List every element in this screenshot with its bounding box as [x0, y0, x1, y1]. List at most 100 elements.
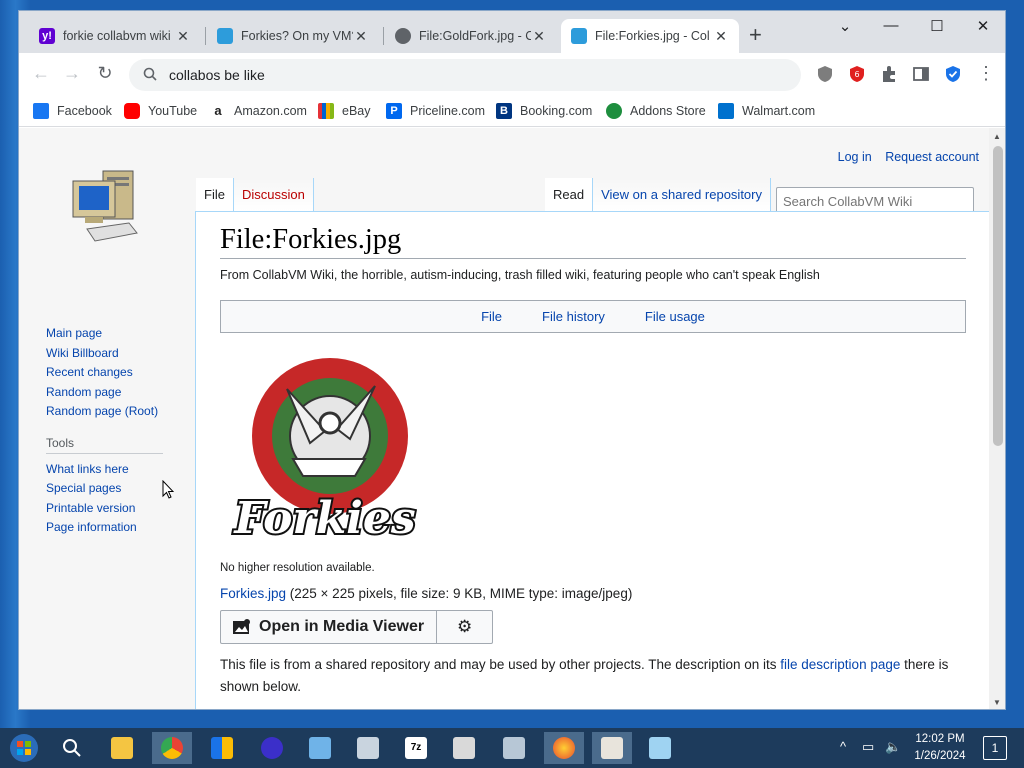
- notepad-taskbar[interactable]: [640, 732, 680, 764]
- tab-search-button[interactable]: ⌄: [822, 17, 868, 35]
- sidebar-item-main-page[interactable]: Main page: [46, 324, 196, 344]
- tool-taskbar[interactable]: [348, 732, 388, 764]
- tab-separator: [205, 27, 206, 45]
- files-taskbar[interactable]: [444, 732, 484, 764]
- toc-file-link[interactable]: File: [481, 309, 502, 324]
- chrome-taskbar[interactable]: [152, 732, 192, 764]
- toc-file-history-link[interactable]: File history: [542, 309, 605, 324]
- bookmark-walmart[interactable]: Walmart.com: [718, 103, 815, 119]
- request-account-link[interactable]: Request account: [885, 150, 979, 164]
- bookmark-ebay[interactable]: eBay: [318, 103, 371, 119]
- search-taskbar-button[interactable]: [52, 732, 92, 764]
- close-tab-icon[interactable]: ✕: [713, 28, 729, 45]
- tab-file[interactable]: File: [196, 178, 234, 211]
- menu-kebab-icon[interactable]: ⋮: [974, 63, 998, 84]
- ublock-extension-icon[interactable]: 6: [848, 65, 866, 83]
- sidebar-item-what-links-here[interactable]: What links here: [46, 460, 196, 480]
- bookmark-priceline[interactable]: P Priceline.com: [386, 103, 485, 119]
- forkies-image[interactable]: Forkies: [225, 351, 425, 551]
- address-bar[interactable]: collabos be like: [129, 59, 801, 91]
- file-info: Forkies.jpg (225 × 225 pixels, file size…: [220, 586, 965, 601]
- browser-window: y! forkie collabvm wiki ✕ Forkies? On my…: [18, 10, 1006, 710]
- login-link[interactable]: Log in: [838, 150, 872, 164]
- 7zip-icon: 7z: [405, 737, 427, 759]
- close-tab-icon[interactable]: ✕: [531, 28, 547, 45]
- sidebar-item-page-information[interactable]: Page information: [46, 518, 196, 538]
- address-text: collabos be like: [169, 67, 265, 83]
- sidebar-item-recent-changes[interactable]: Recent changes: [46, 363, 196, 383]
- firefox-taskbar[interactable]: [544, 732, 584, 764]
- bookmark-label: Walmart.com: [742, 104, 816, 118]
- image-viewer-taskbar[interactable]: [592, 732, 632, 764]
- notification-center-icon[interactable]: 1: [983, 736, 1007, 760]
- puzzle-extensions-icon[interactable]: [880, 65, 898, 83]
- bookmark-amazon[interactable]: a Amazon.com: [210, 103, 307, 119]
- reload-button[interactable]: ↻: [93, 63, 117, 84]
- scroll-down-icon[interactable]: ▼: [993, 698, 1001, 707]
- volume-muted-icon[interactable]: 🔈: [885, 739, 901, 755]
- sidebar-item-random-page[interactable]: Random page: [46, 383, 196, 403]
- bookmark-booking[interactable]: B Booking.com: [496, 103, 592, 119]
- notepad-icon: [649, 737, 671, 759]
- bookmark-label: Facebook: [57, 104, 112, 118]
- sidebar-item-printable-version[interactable]: Printable version: [46, 499, 196, 519]
- minimize-button[interactable]: —: [868, 17, 914, 34]
- priceline-icon: P: [386, 103, 402, 119]
- tab-forkies-on-my-vm[interactable]: Forkies? On my VM? ✕: [207, 19, 379, 53]
- tab-file-goldfork[interactable]: File:GoldFork.jpg - C ✕: [385, 19, 557, 53]
- view-tabs: Read View on a shared repository: [545, 178, 771, 211]
- tab-file-forkies[interactable]: File:Forkies.jpg - Col ✕: [561, 19, 739, 53]
- wiki-page: Log in Request account Main page Wiki Bi…: [19, 128, 989, 709]
- control-panel-taskbar[interactable]: [300, 732, 340, 764]
- file-explorer-taskbar[interactable]: [102, 732, 142, 764]
- tab-title: forkie collabvm wiki: [63, 29, 171, 43]
- bookmark-addons-store[interactable]: Addons Store: [606, 103, 706, 119]
- maximize-button[interactable]: ☐: [914, 17, 960, 35]
- network-icon[interactable]: ▭: [862, 739, 874, 755]
- collabvm-logo-icon[interactable]: [67, 163, 147, 253]
- bookmark-youtube[interactable]: YouTube: [124, 103, 197, 119]
- mouse-cursor-icon: [162, 480, 174, 499]
- media-viewer-label: Open in Media Viewer: [259, 618, 425, 635]
- edge-taskbar[interactable]: [252, 732, 292, 764]
- file-description-link[interactable]: file description page: [780, 657, 900, 672]
- browser-e-icon: [261, 737, 283, 759]
- start-button[interactable]: [4, 732, 44, 764]
- scroll-thumb[interactable]: [993, 146, 1003, 446]
- tab-read[interactable]: Read: [545, 178, 594, 211]
- page-scrollbar[interactable]: ▲ ▼: [989, 128, 1005, 709]
- open-media-viewer-button[interactable]: Open in Media Viewer: [220, 610, 438, 644]
- bookmark-label: YouTube: [148, 104, 198, 118]
- forward-button[interactable]: →: [60, 63, 84, 84]
- shield-extension-icon[interactable]: [816, 65, 834, 83]
- back-button[interactable]: ←: [29, 63, 53, 84]
- scroll-up-icon[interactable]: ▲: [993, 132, 1001, 141]
- sidebar-item-random-page-root[interactable]: Random page (Root): [46, 402, 196, 422]
- defender-taskbar[interactable]: [202, 732, 242, 764]
- media-viewer-group: Open in Media Viewer ⚙: [220, 610, 965, 644]
- addons-store-icon: [606, 103, 622, 119]
- tab-view-shared-repository[interactable]: View on a shared repository: [593, 178, 771, 211]
- close-window-button[interactable]: ✕: [960, 17, 1005, 35]
- monitor-favicon-icon: [217, 28, 233, 44]
- toc-file-usage-link[interactable]: File usage: [645, 309, 705, 324]
- amazon-icon: a: [210, 103, 226, 119]
- tab-discussion[interactable]: Discussion: [233, 178, 314, 211]
- 7zip-taskbar[interactable]: 7z: [396, 732, 436, 764]
- side-panel-icon[interactable]: [912, 65, 930, 83]
- new-tab-button[interactable]: +: [749, 24, 762, 46]
- close-tab-icon[interactable]: ✕: [175, 28, 191, 45]
- bookmarks-bar: Facebook YouTube a Amazon.com eBay P Pri…: [19, 97, 1005, 127]
- close-tab-icon[interactable]: ✕: [353, 28, 369, 45]
- security-check-icon[interactable]: [944, 65, 962, 83]
- system-clock[interactable]: 12:02 PM 1/26/2024: [910, 731, 970, 765]
- gear-icon[interactable]: ⚙: [437, 610, 494, 644]
- shared-text-part1: This file is from a shared repository an…: [220, 657, 781, 672]
- bookmark-facebook[interactable]: Facebook: [33, 103, 112, 119]
- tab-forkie-collabvm-wiki[interactable]: y! forkie collabvm wiki ✕: [29, 19, 201, 53]
- file-link[interactable]: Forkies.jpg: [220, 586, 286, 601]
- disk-taskbar[interactable]: [494, 732, 534, 764]
- clock-time: 12:02 PM: [915, 733, 965, 745]
- show-hidden-icons-icon[interactable]: ^: [840, 739, 846, 754]
- sidebar-item-wiki-billboard[interactable]: Wiki Billboard: [46, 344, 196, 364]
